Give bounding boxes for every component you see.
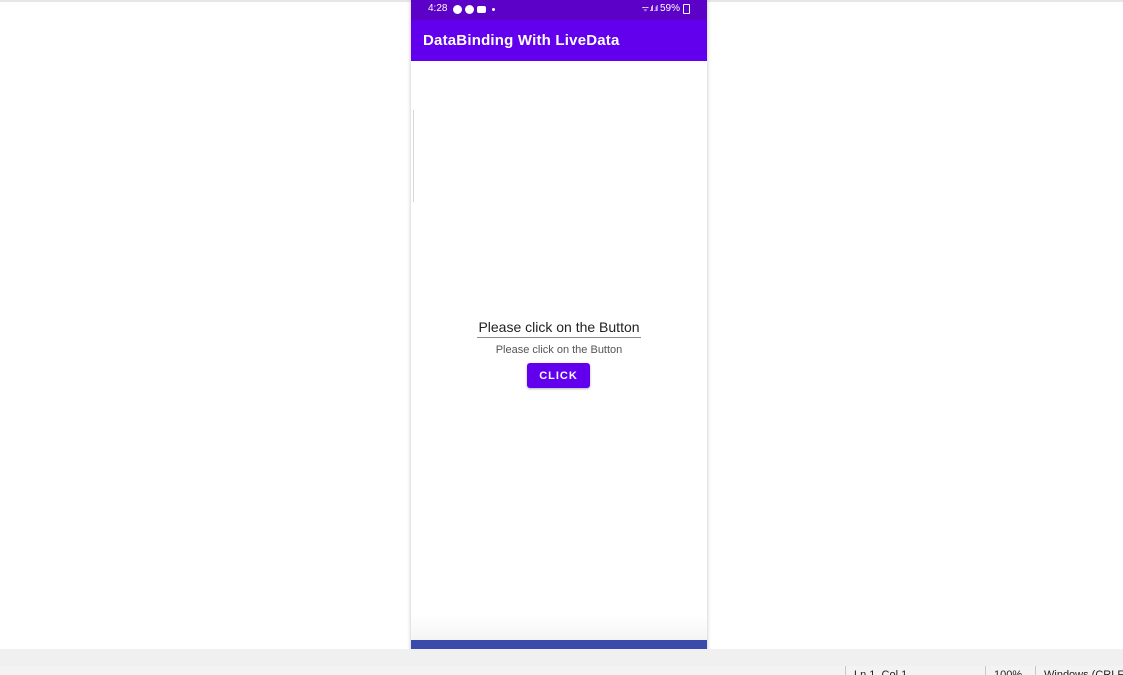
edge-panel-handle[interactable] bbox=[411, 110, 414, 202]
app-title: DataBinding With LiveData bbox=[423, 32, 620, 49]
line-ending[interactable]: Windows (CRLF) bbox=[1035, 666, 1123, 675]
content-bottom-fade bbox=[411, 615, 707, 640]
cursor-position[interactable]: Ln 1, Col 1 bbox=[845, 666, 984, 675]
whatsapp-icon bbox=[465, 4, 474, 14]
more-notifications-dot-icon bbox=[492, 7, 495, 11]
signal-icon: ᯤ .ıl .ıl bbox=[641, 4, 658, 13]
ide-bottom-toolbar bbox=[0, 649, 1123, 667]
status-time: 4:28 bbox=[428, 3, 448, 14]
battery-percent: 59% bbox=[659, 3, 680, 14]
phone-screen: 4:28 ᯤ .ıl .ıl 59% DataBinding With Live… bbox=[411, 0, 707, 675]
battery-icon bbox=[683, 4, 690, 14]
notification-icons bbox=[453, 4, 495, 14]
app-bar: DataBinding With LiveData bbox=[411, 20, 707, 61]
ide-status-bar: Ln 1, Col 1 100% Windows (CRLF) bbox=[0, 666, 1123, 675]
message-edit-text[interactable] bbox=[477, 316, 641, 338]
click-button[interactable]: CLICK bbox=[527, 363, 590, 388]
message-icon bbox=[477, 5, 486, 13]
zoom-level[interactable]: 100% bbox=[985, 666, 1034, 675]
status-right-group: ᯤ .ıl .ıl 59% bbox=[642, 3, 690, 15]
phone-status-bar: 4:28 ᯤ .ıl .ıl 59% bbox=[411, 0, 707, 20]
snapchat-icon bbox=[453, 4, 462, 14]
message-text-view: Please click on the Button bbox=[495, 344, 623, 356]
